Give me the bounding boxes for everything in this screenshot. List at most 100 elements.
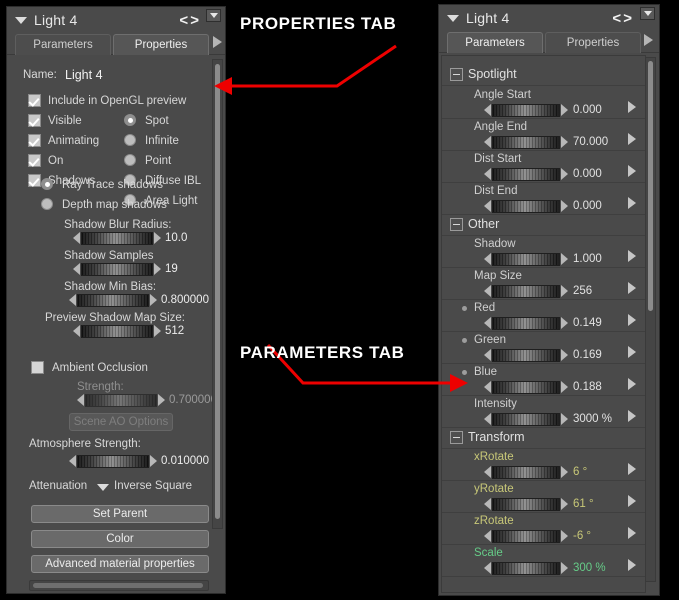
shadow-samples-slider[interactable] bbox=[73, 262, 161, 276]
advanced-material-properties-button[interactable]: Advanced material properties bbox=[31, 555, 209, 573]
left-panel-vertical-scrollbar[interactable] bbox=[212, 59, 223, 529]
decrement-arrow-icon[interactable] bbox=[484, 104, 491, 116]
param-expand-arrow-icon[interactable] bbox=[628, 165, 636, 177]
section-header-other[interactable]: Other bbox=[450, 217, 499, 231]
tab-properties-right[interactable]: Properties bbox=[545, 32, 641, 53]
slider-track[interactable] bbox=[492, 465, 560, 479]
param-expand-arrow-icon[interactable] bbox=[628, 346, 636, 358]
param-expand-arrow-icon[interactable] bbox=[628, 410, 636, 422]
decrement-arrow-icon[interactable] bbox=[484, 466, 491, 478]
increment-arrow-icon[interactable] bbox=[561, 381, 568, 393]
param-slider-angle-end[interactable] bbox=[484, 135, 568, 149]
param-expand-arrow-icon[interactable] bbox=[628, 250, 636, 262]
slider-track[interactable] bbox=[492, 316, 560, 330]
param-expand-arrow-icon[interactable] bbox=[628, 463, 636, 475]
decrement-arrow-icon[interactable] bbox=[484, 317, 491, 329]
shadow-min-bias-slider[interactable] bbox=[69, 293, 157, 307]
decrement-arrow-icon[interactable] bbox=[484, 349, 491, 361]
param-slider-dist-start[interactable] bbox=[484, 167, 568, 181]
slider-track[interactable] bbox=[492, 529, 560, 543]
slider-track[interactable] bbox=[77, 293, 149, 307]
increment-arrow-icon[interactable] bbox=[154, 325, 161, 337]
right-panel-vscroll-thumb[interactable] bbox=[648, 61, 653, 311]
param-expand-arrow-icon[interactable] bbox=[628, 133, 636, 145]
section-header-spotlight[interactable]: Spotlight bbox=[450, 67, 517, 81]
slider-track[interactable] bbox=[492, 348, 560, 362]
collapse-box-icon[interactable] bbox=[450, 430, 463, 444]
decrement-arrow-icon[interactable] bbox=[69, 455, 76, 467]
ao-strength-slider[interactable] bbox=[77, 393, 165, 407]
checkbox-include-opengl[interactable] bbox=[28, 94, 41, 107]
increment-arrow-icon[interactable] bbox=[561, 200, 568, 212]
decrement-arrow-icon[interactable] bbox=[484, 200, 491, 212]
left-panel-vscroll-thumb[interactable] bbox=[215, 64, 220, 519]
radio-ray-trace-shadow[interactable] bbox=[41, 178, 53, 190]
collapse-triangle-icon[interactable] bbox=[15, 16, 27, 24]
radio-infinite[interactable] bbox=[124, 134, 136, 146]
decrement-arrow-icon[interactable] bbox=[73, 325, 80, 337]
section-header-transform[interactable]: Transform bbox=[450, 430, 525, 444]
increment-arrow-icon[interactable] bbox=[561, 466, 568, 478]
increment-arrow-icon[interactable] bbox=[561, 413, 568, 425]
param-slider-angle-start[interactable] bbox=[484, 103, 568, 117]
slider-track[interactable] bbox=[492, 252, 560, 266]
slider-track[interactable] bbox=[492, 380, 560, 394]
radio-depth-map-shadow[interactable] bbox=[41, 198, 53, 210]
increment-arrow-icon[interactable] bbox=[561, 530, 568, 542]
param-expand-arrow-icon[interactable] bbox=[628, 378, 636, 390]
increment-arrow-icon[interactable] bbox=[154, 263, 161, 275]
slider-track[interactable] bbox=[492, 199, 560, 213]
slider-track[interactable] bbox=[492, 497, 560, 511]
param-expand-arrow-icon[interactable] bbox=[628, 282, 636, 294]
decrement-arrow-icon[interactable] bbox=[484, 562, 491, 574]
slider-track[interactable] bbox=[492, 135, 560, 149]
left-panel-hscroll-thumb[interactable] bbox=[33, 583, 203, 588]
right-panel-vertical-scrollbar[interactable] bbox=[645, 57, 656, 582]
increment-arrow-icon[interactable] bbox=[561, 317, 568, 329]
decrement-arrow-icon[interactable] bbox=[484, 381, 491, 393]
decrement-arrow-icon[interactable] bbox=[77, 394, 84, 406]
slider-track[interactable] bbox=[492, 561, 560, 575]
collapse-box-icon[interactable] bbox=[450, 217, 463, 231]
param-expand-arrow-icon[interactable] bbox=[628, 527, 636, 539]
tabs-overflow-arrow-left[interactable] bbox=[213, 36, 222, 48]
increment-arrow-icon[interactable] bbox=[150, 455, 157, 467]
param-slider-shadow[interactable] bbox=[484, 252, 568, 266]
tab-parameters-right[interactable]: Parameters bbox=[447, 32, 543, 53]
decrement-arrow-icon[interactable] bbox=[484, 413, 491, 425]
left-panel-menu-button[interactable] bbox=[206, 9, 221, 22]
radio-spot[interactable] bbox=[124, 114, 136, 126]
increment-arrow-icon[interactable] bbox=[158, 394, 165, 406]
checkbox-visible[interactable] bbox=[28, 114, 41, 127]
increment-arrow-icon[interactable] bbox=[561, 498, 568, 510]
collapse-box-icon[interactable] bbox=[450, 67, 463, 81]
param-slider-xrotate[interactable] bbox=[484, 465, 568, 479]
increment-arrow-icon[interactable] bbox=[561, 285, 568, 297]
param-slider-scale[interactable] bbox=[484, 561, 568, 575]
left-panel-horizontal-scrollbar[interactable] bbox=[29, 580, 209, 591]
decrement-arrow-icon[interactable] bbox=[484, 285, 491, 297]
decrement-arrow-icon[interactable] bbox=[73, 232, 80, 244]
right-panel-nav-arrows[interactable]: < > bbox=[612, 10, 632, 27]
param-slider-yrotate[interactable] bbox=[484, 497, 568, 511]
increment-arrow-icon[interactable] bbox=[561, 136, 568, 148]
checkbox-ambient-occlusion[interactable] bbox=[31, 361, 44, 374]
param-slider-map-size[interactable] bbox=[484, 284, 568, 298]
param-expand-arrow-icon[interactable] bbox=[628, 495, 636, 507]
slider-track[interactable] bbox=[81, 231, 153, 245]
set-parent-button[interactable]: Set Parent bbox=[31, 505, 209, 523]
decrement-arrow-icon[interactable] bbox=[484, 530, 491, 542]
checkbox-animating[interactable] bbox=[28, 134, 41, 147]
increment-arrow-icon[interactable] bbox=[150, 294, 157, 306]
decrement-arrow-icon[interactable] bbox=[73, 263, 80, 275]
slider-track[interactable] bbox=[492, 412, 560, 426]
increment-arrow-icon[interactable] bbox=[561, 104, 568, 116]
increment-arrow-icon[interactable] bbox=[561, 562, 568, 574]
slider-track[interactable] bbox=[81, 262, 153, 276]
keyframe-dot-green[interactable] bbox=[462, 338, 467, 343]
param-expand-arrow-icon[interactable] bbox=[628, 559, 636, 571]
slider-track[interactable] bbox=[492, 284, 560, 298]
param-slider-dist-end[interactable] bbox=[484, 199, 568, 213]
tabs-overflow-arrow-right[interactable] bbox=[644, 34, 653, 46]
slider-track[interactable] bbox=[492, 167, 560, 181]
